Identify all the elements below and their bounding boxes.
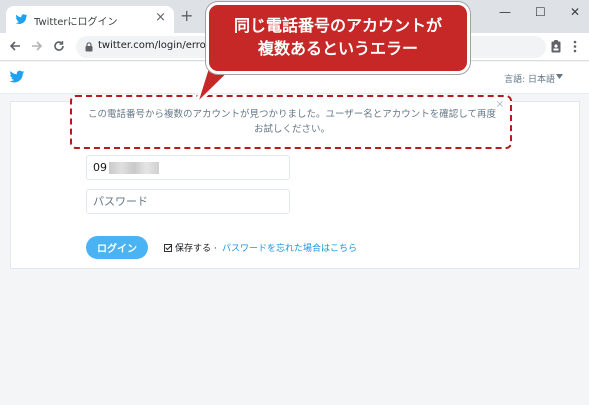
maximize-icon[interactable]: ☐	[535, 5, 546, 19]
tab-title: Twitterにログイン	[34, 17, 118, 28]
alert-message: この電話番号から複数のアカウントが見つかりました。ユーザー名とアカウントを確認し…	[87, 109, 497, 135]
lock-icon	[85, 42, 93, 52]
forgot-password-link[interactable]: パスワードを忘れた場合はこちら	[222, 241, 357, 254]
annotation-callout: 同じ電話番号のアカウントが 複数あるというエラー	[206, 2, 470, 74]
password-field[interactable]	[87, 190, 289, 213]
extension-icon[interactable]	[551, 40, 561, 53]
language-selector[interactable]: 言語: 日本語	[504, 72, 555, 85]
phone-field[interactable]: 09	[86, 155, 290, 180]
callout-line-1: 同じ電話番号のアカウントが	[233, 16, 442, 35]
masked-digits	[109, 162, 159, 174]
error-alert: この電話番号から複数のアカウントが見つかりました。ユーザー名とアカウントを確認し…	[70, 95, 512, 149]
separator: ·	[213, 244, 217, 254]
url-text: twitter.com/login/error?	[98, 40, 216, 51]
phone-value: 09	[93, 161, 107, 174]
window-close-icon[interactable]: ✕	[570, 5, 580, 19]
forward-arrow-icon[interactable]	[31, 40, 43, 52]
browser-tab[interactable]: Twitterにログイン ×	[6, 6, 174, 33]
tab-close-icon[interactable]: ×	[155, 11, 166, 25]
remember-label: 保存する	[175, 244, 212, 254]
chevron-down-icon[interactable]	[556, 74, 563, 79]
password-field-wrapper	[86, 189, 290, 214]
reload-icon[interactable]	[53, 40, 65, 52]
minimize-icon[interactable]: —	[499, 5, 511, 19]
menu-icon[interactable]	[573, 40, 577, 53]
login-button[interactable]: ログイン	[86, 236, 148, 259]
back-arrow-icon[interactable]	[9, 40, 21, 52]
alert-close-icon[interactable]: ×	[496, 99, 504, 110]
twitter-bird-icon	[15, 14, 28, 24]
remember-me[interactable]: 保存する ·	[164, 241, 217, 254]
callout-line-2: 複数あるというエラー	[257, 39, 418, 58]
checkbox-icon[interactable]	[164, 244, 172, 252]
new-tab-button[interactable]: +	[180, 8, 193, 24]
twitter-bird-icon[interactable]	[8, 69, 26, 85]
